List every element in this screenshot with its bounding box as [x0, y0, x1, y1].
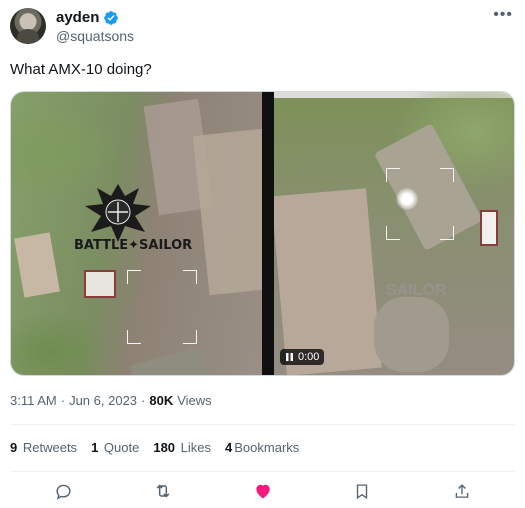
display-name[interactable]: ayden [56, 9, 99, 26]
name-row: ayden [56, 9, 119, 26]
tweet-header: ayden @squatsons ••• [10, 7, 515, 44]
media-image-left[interactable]: BATTLE✦SAILOR [11, 92, 262, 375]
video-time: 0:00 [297, 351, 320, 363]
more-icon[interactable]: ••• [493, 7, 513, 23]
tweet-time[interactable]: 3:11 AM [10, 393, 57, 408]
share-icon [455, 483, 469, 498]
meta-separator: · [60, 393, 66, 408]
retweet-button[interactable] [152, 480, 174, 502]
shed-shape [14, 232, 60, 298]
likes-stat[interactable]: 180 Likes [153, 440, 211, 455]
vehicle-shape [129, 347, 221, 375]
tweet-text: What AMX-10 doing? [10, 61, 152, 78]
handle[interactable]: @squatsons [56, 28, 134, 44]
engagement-stats: 9 Retweets 1 Quote 180 Likes 4 Bookmarks [10, 440, 299, 455]
divider-line [10, 471, 515, 472]
pause-icon[interactable] [285, 352, 294, 362]
video-time-badge[interactable]: 0:00 [279, 349, 325, 365]
vehicle-shape [373, 297, 449, 372]
bookmark-icon [357, 483, 368, 499]
target-reticle [385, 168, 454, 240]
bookmarks-label: Bookmarks [234, 440, 300, 455]
retweets-label: Retweets [22, 440, 78, 455]
retweet-icon [156, 484, 170, 498]
target-reticle [127, 270, 197, 344]
media-divider [262, 92, 274, 375]
quotes-stat[interactable]: 1 Quote [91, 440, 139, 455]
action-bar [10, 480, 515, 504]
views-count: 80K [149, 393, 174, 408]
white-sign-shape [480, 210, 498, 246]
white-sign-shape [84, 270, 116, 298]
meta-separator: · [141, 393, 146, 408]
watermark-text: SAILOR [385, 282, 447, 299]
tweet-date[interactable]: Jun 6, 2023 [69, 393, 137, 408]
retweets-stat[interactable]: 9 Retweets [10, 440, 77, 455]
retweets-count: 9 [10, 440, 18, 455]
media-grid[interactable]: BATTLE✦SAILOR SAILOR 0:00 [10, 91, 515, 376]
likes-count: 180 [153, 440, 176, 455]
bookmarks-stat[interactable]: 4 Bookmarks [225, 440, 299, 455]
like-button[interactable] [252, 480, 274, 502]
likes-label: Likes [180, 440, 212, 455]
heart-icon [255, 484, 270, 499]
rooftop-shape [192, 128, 262, 296]
avatar[interactable] [10, 8, 46, 44]
share-button[interactable] [451, 480, 473, 502]
bookmarks-count: 4 [225, 440, 233, 455]
quotes-label: Quote [103, 440, 140, 455]
rooftop-shape [273, 188, 382, 375]
views-label: Views [177, 393, 212, 408]
quotes-count: 1 [91, 440, 99, 455]
reply-icon [55, 484, 71, 500]
watermark-text: BATTLE✦SAILOR [74, 238, 193, 253]
bookmark-button[interactable] [351, 480, 373, 502]
tweet-meta: 3:11 AM · Jun 6, 2023 · 80K Views [10, 393, 212, 408]
media-video-right[interactable]: SAILOR 0:00 [273, 92, 514, 375]
verified-badge-icon [104, 10, 119, 25]
divider-line [10, 424, 515, 425]
reply-button[interactable] [52, 480, 74, 502]
